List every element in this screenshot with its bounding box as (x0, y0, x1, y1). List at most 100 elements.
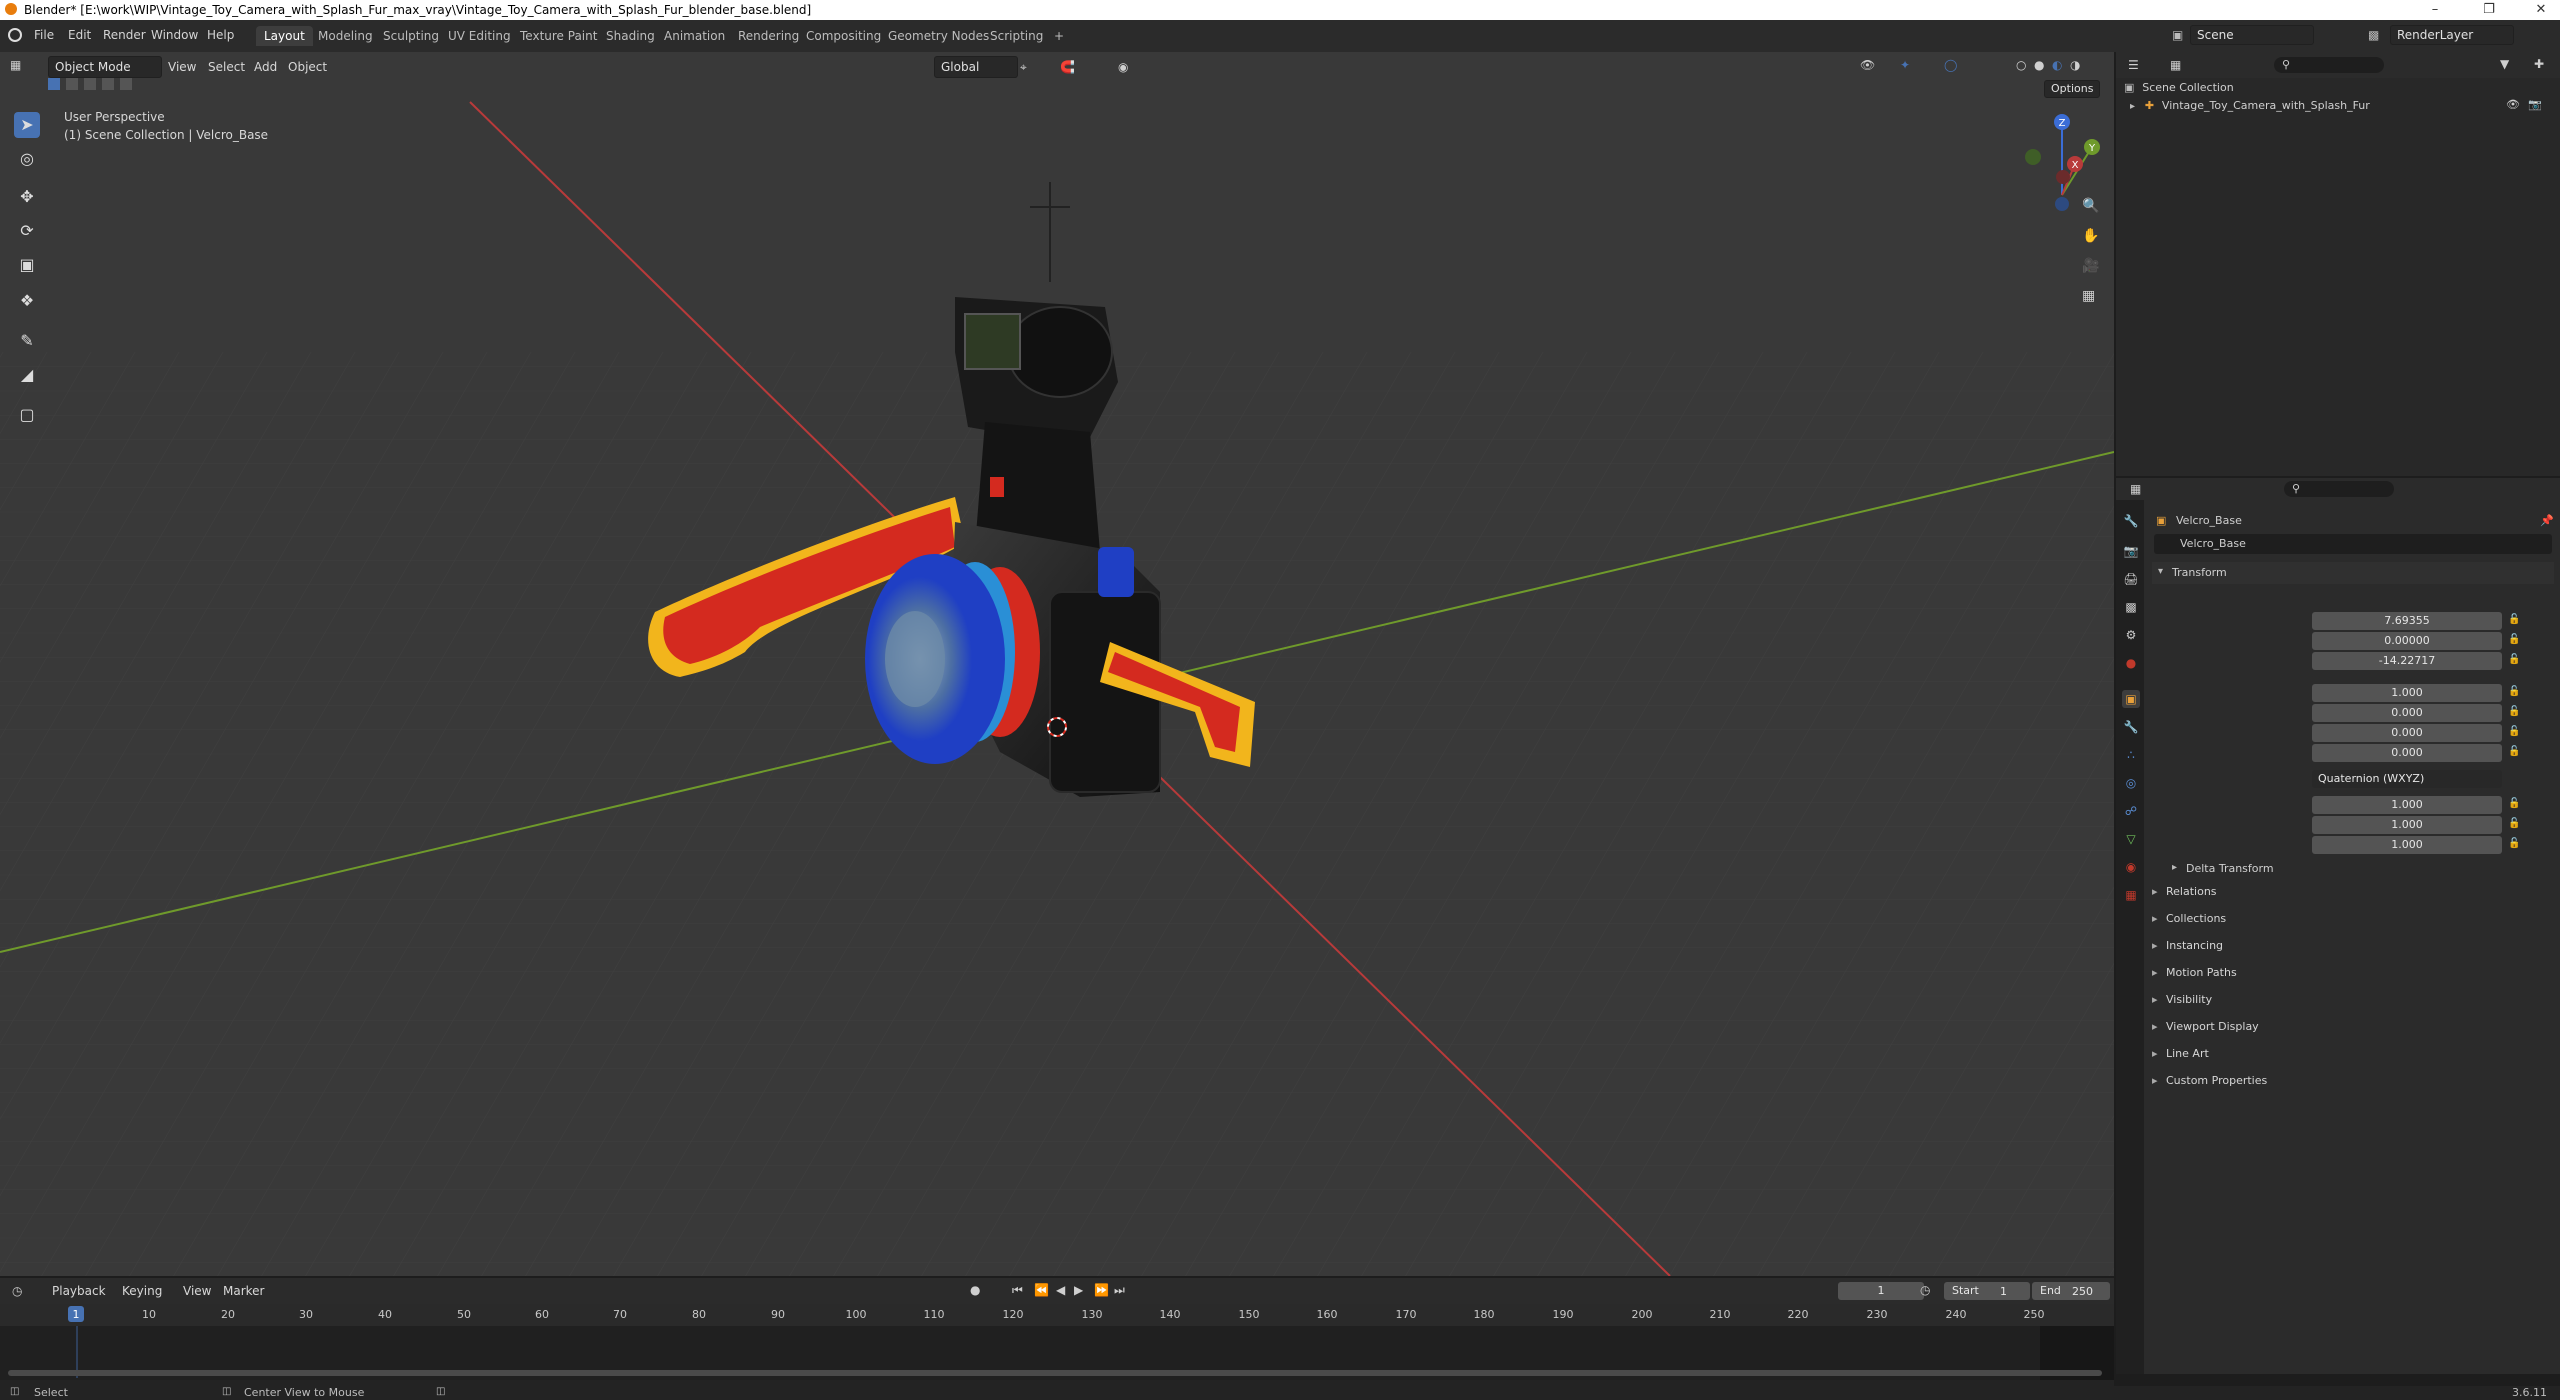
location-y-field[interactable]: 0.00000 (2312, 632, 2502, 650)
menu-view[interactable]: View (168, 60, 196, 74)
select-mode-extend-icon[interactable] (66, 78, 78, 90)
particles-tab-icon[interactable]: ∴ (2122, 746, 2140, 764)
play-icon[interactable]: ▶ (1074, 1283, 1083, 1297)
shading-rendered-icon[interactable]: ◑ (2070, 58, 2080, 72)
select-mode-new-icon[interactable] (48, 78, 60, 90)
snap-icon[interactable]: 🧲 (1060, 60, 1075, 74)
lock-icon[interactable]: 🔓 (2508, 654, 2520, 665)
view-layer-selector[interactable]: RenderLayer (2390, 25, 2514, 45)
scene-tab-icon[interactable]: ⚙ (2122, 626, 2140, 644)
outliner-root-row[interactable]: ▣ Scene Collection (2124, 80, 2554, 98)
render-camera-icon[interactable]: 📷 (2528, 98, 2542, 111)
lock-icon[interactable]: 🔓 (2508, 634, 2520, 645)
output-tab-icon[interactable]: 🖨 (2122, 570, 2140, 588)
shading-solid-icon[interactable]: ● (2034, 58, 2044, 72)
rotation-mode-dropdown[interactable]: Quaternion (WXYZ) (2312, 770, 2502, 788)
lock-icon[interactable]: 🔓 (2508, 798, 2520, 809)
tab-layout[interactable]: Layout (256, 26, 313, 46)
select-box-tool[interactable]: ➤ (14, 112, 40, 138)
close-icon[interactable]: ✕ (2526, 2, 2556, 17)
tool-tab-icon[interactable]: 🔧 (2122, 512, 2140, 530)
mode-dropdown[interactable]: Object Mode (48, 56, 162, 78)
lock-icon[interactable]: 🔓 (2508, 726, 2520, 737)
delta-transform-header[interactable]: ▸ Delta Transform (2168, 858, 2554, 880)
menu-playback[interactable]: Playback (52, 1284, 106, 1298)
scale-tool[interactable]: ▣ (14, 252, 40, 278)
tab-modeling[interactable]: Modeling (310, 26, 381, 46)
minimize-icon[interactable]: – (2420, 2, 2450, 17)
expand-chevron-icon[interactable]: ▸ (2130, 101, 2135, 112)
object-tab-icon[interactable]: ▣ (2122, 690, 2140, 708)
orientation-dropdown[interactable]: Global (934, 56, 1018, 78)
tab-geometry-nodes[interactable]: Geometry Nodes (880, 26, 997, 46)
view-layer-tab-icon[interactable]: ▩ (2122, 598, 2140, 616)
rotation-x-field[interactable]: 0.000 (2312, 704, 2502, 722)
shading-material-icon[interactable]: ◐ (2052, 58, 2062, 72)
scale-z-field[interactable]: 1.000 (2312, 836, 2502, 854)
proportional-edit-icon[interactable]: ◉ (1118, 60, 1128, 74)
next-keyframe-icon[interactable]: ⏩ (1094, 1283, 1109, 1297)
select-mode-intersect-icon[interactable] (120, 78, 132, 90)
pan-hand-icon[interactable]: ✋ (2082, 228, 2099, 244)
jump-start-icon[interactable]: ⏮ (1012, 1283, 1023, 1298)
tab-scripting[interactable]: Scripting (982, 26, 1051, 46)
menu-render[interactable]: Render (103, 28, 146, 42)
menu-keying[interactable]: Keying (122, 1284, 162, 1298)
rotate-tool[interactable]: ⟳ (14, 218, 40, 244)
tab-animation[interactable]: Animation (656, 26, 733, 46)
lock-icon[interactable]: 🔓 (2508, 614, 2520, 625)
current-frame-field[interactable]: 1 (1838, 1282, 1924, 1300)
timeline-scrollbar[interactable] (8, 1370, 2102, 1376)
timeline-ruler[interactable]: 1 10 20 30 40 50 60 70 80 90 100 110 120… (0, 1304, 2114, 1326)
move-tool[interactable]: ✥ (14, 184, 40, 210)
timeline-editor-icon[interactable]: ◷ (12, 1284, 22, 1298)
lock-icon[interactable]: 🔓 (2508, 818, 2520, 829)
display-mode-icon[interactable]: ▦ (2170, 58, 2181, 72)
filter-icon[interactable]: ▼ (2500, 57, 2509, 71)
constraints-tab-icon[interactable]: ☍ (2122, 802, 2140, 820)
panel-motion-paths[interactable]: ▸ Motion Paths (2152, 961, 2548, 985)
data-tab-icon[interactable]: ▽ (2122, 830, 2140, 848)
prev-keyframe-icon[interactable]: ⏪ (1034, 1283, 1049, 1297)
menu-timeline-view[interactable]: View (183, 1284, 211, 1298)
annotate-tool[interactable]: ✎ (14, 328, 40, 354)
menu-object[interactable]: Object (288, 60, 327, 74)
pin-icon[interactable]: 📌 (2540, 514, 2554, 527)
menu-window[interactable]: Window (151, 28, 198, 42)
location-z-field[interactable]: -14.22717 (2312, 652, 2502, 670)
add-workspace-button[interactable]: + (1046, 26, 1072, 46)
restore-icon[interactable]: ❐ (2474, 2, 2504, 17)
transform-tool[interactable]: ❖ (14, 288, 40, 314)
panel-line-art[interactable]: ▸ Line Art (2152, 1042, 2548, 1066)
select-mode-subtract-icon[interactable] (84, 78, 96, 90)
cursor-tool[interactable]: ◎ (14, 146, 40, 172)
scale-y-field[interactable]: 1.000 (2312, 816, 2502, 834)
tab-texture-paint[interactable]: Texture Paint (512, 26, 605, 46)
editor-type-icon[interactable]: ▦ (10, 58, 21, 72)
menu-add[interactable]: Add (254, 60, 277, 74)
gizmo-toggle-icon[interactable]: ✦ (1900, 58, 1910, 72)
panel-custom-properties[interactable]: ▸ Custom Properties (2152, 1069, 2548, 1093)
outliner-item[interactable]: ▸ ✚ Vintage_Toy_Camera_with_Splash_Fur 👁… (2124, 98, 2554, 116)
lock-icon[interactable]: 🔓 (2508, 686, 2520, 697)
select-mode-invert-icon[interactable] (102, 78, 114, 90)
end-frame-value[interactable]: 250 (2072, 1285, 2093, 1298)
new-collection-icon[interactable]: ✚ (2534, 57, 2544, 71)
rotation-w-field[interactable]: 1.000 (2312, 684, 2502, 702)
shading-wireframe-icon[interactable]: ○ (2016, 58, 2026, 72)
tab-compositing[interactable]: Compositing (798, 26, 889, 46)
3d-viewport[interactable]: Y X Z User Perspective (1) Scene Collect… (0, 52, 2114, 1276)
transform-panel-header[interactable]: ▾ Transform (2152, 562, 2554, 584)
add-cube-tool[interactable]: ▢ (14, 402, 40, 428)
options-dropdown[interactable]: Options (2044, 80, 2101, 98)
tab-shading[interactable]: Shading (598, 26, 663, 46)
outliner-editor-icon[interactable]: ☰ (2128, 58, 2139, 72)
material-tab-icon[interactable]: ◉ (2122, 858, 2140, 876)
lock-icon[interactable]: 🔓 (2508, 746, 2520, 757)
lock-icon[interactable]: 🔓 (2508, 838, 2520, 849)
overlay-toggle-icon[interactable]: ◯ (1944, 58, 1957, 72)
object-name-field[interactable]: Velcro_Base (2154, 534, 2552, 554)
render-tab-icon[interactable]: 📷 (2122, 542, 2140, 560)
scale-x-field[interactable]: 1.000 (2312, 796, 2502, 814)
physics-tab-icon[interactable]: ◎ (2122, 774, 2140, 792)
